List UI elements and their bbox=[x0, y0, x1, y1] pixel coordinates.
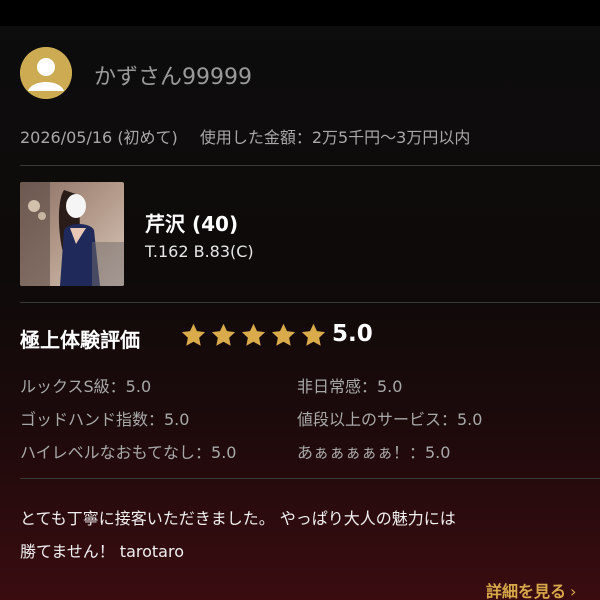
review-comment: とても丁寧に接客いただきました。 やっぱり大人の魅力には 勝てません！ taro… bbox=[20, 502, 600, 568]
rating-score: 5.0 bbox=[332, 321, 373, 347]
girl-age: (40) bbox=[191, 212, 239, 236]
chevron-right-icon: › bbox=[570, 582, 577, 600]
amount-spent: 使用した金額：2万5千円〜3万円以内 bbox=[199, 128, 471, 147]
top-bar bbox=[0, 0, 600, 26]
star-icon bbox=[301, 323, 326, 346]
girl-name[interactable]: 芹沢 (40) bbox=[145, 208, 238, 237]
star-rating bbox=[180, 321, 330, 349]
divider bbox=[20, 478, 600, 479]
criterion-hospitality: ハイレベルなおもてなし：5.0 bbox=[20, 443, 237, 462]
criterion-extra: あぁぁぁぁぁ！：5.0 bbox=[297, 443, 451, 462]
comment-line: とても丁寧に接客いただきました。 やっぱり大人の魅力には bbox=[20, 509, 456, 528]
criterion-god-hand: ゴッドハンド指数：5.0 bbox=[20, 410, 190, 429]
divider bbox=[20, 302, 600, 303]
criterion-value: 値段以上のサービス：5.0 bbox=[297, 410, 483, 429]
girl-photo[interactable] bbox=[20, 182, 124, 286]
comment-line: 勝てません！ tarotaro bbox=[20, 542, 184, 561]
star-icon bbox=[211, 323, 236, 346]
divider bbox=[20, 165, 600, 166]
visit-meta: 2026/05/16 (初めて) 使用した金額：2万5千円〜3万円以内 bbox=[20, 124, 470, 148]
star-icon bbox=[271, 323, 296, 346]
view-details-link[interactable]: 詳細を見る › bbox=[486, 578, 576, 600]
visit-date: 2026/05/16 bbox=[20, 128, 113, 147]
view-details-label: 詳細を見る bbox=[486, 582, 567, 600]
user-avatar-icon bbox=[20, 47, 72, 99]
girl-stats: T.162 B.83(C) bbox=[145, 242, 254, 261]
girl-name-text: 芹沢 bbox=[145, 212, 185, 236]
visit-type: (初めて) bbox=[117, 128, 178, 147]
reviewer-name: かずさん99999 bbox=[94, 65, 252, 90]
star-icon bbox=[181, 323, 206, 346]
rating-title: 極上体験評価 bbox=[20, 328, 140, 352]
review-card: かずさん99999 2026/05/16 (初めて) 使用した金額：2万5千円〜3… bbox=[0, 0, 600, 600]
star-icon bbox=[241, 323, 266, 346]
criterion-extraordinary: 非日常感：5.0 bbox=[297, 377, 403, 396]
criterion-looks: ルックスS級：5.0 bbox=[20, 377, 152, 396]
